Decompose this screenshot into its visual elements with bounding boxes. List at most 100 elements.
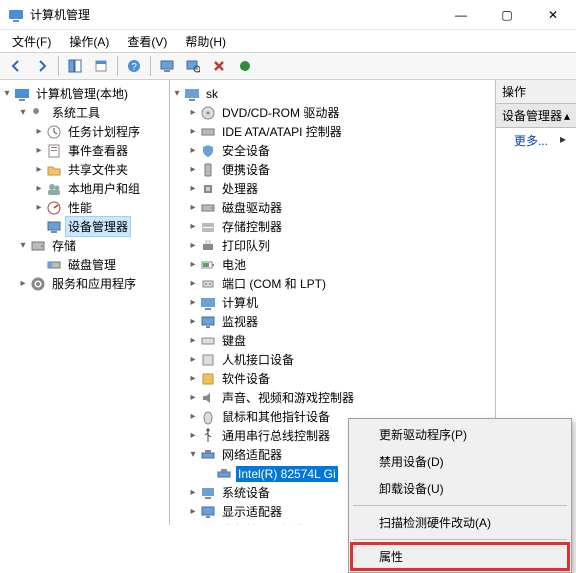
chevron-icon[interactable]: ▸ — [186, 259, 200, 270]
nav-tree-pane: ▾ 计算机管理(本地) ▾ 系统工具 ▸任务计划程序 ▸事件查看器 ▸共享文件夹… — [0, 80, 170, 525]
chevron-icon[interactable]: ▸ — [186, 183, 200, 194]
maximize-button[interactable]: ▢ — [484, 0, 530, 30]
nav-event-viewer[interactable]: ▸事件查看器 — [32, 141, 169, 160]
svg-text:?: ? — [131, 62, 137, 73]
folder-shared-icon — [46, 162, 62, 178]
dev-disk[interactable]: ▸磁盘驱动器 — [186, 198, 495, 217]
show-hide-tree-button[interactable] — [63, 55, 87, 77]
chevron-icon[interactable]: ▸ — [32, 183, 46, 194]
ctx-scan-hardware[interactable]: 扫描检测硬件改动(A) — [351, 509, 569, 536]
nav-disk-management[interactable]: 磁盘管理 — [32, 255, 169, 274]
dev-hid[interactable]: ▸人机接口设备 — [186, 350, 495, 369]
dev-ide[interactable]: ▸IDE ATA/ATAPI 控制器 — [186, 122, 495, 141]
toolbar-separator — [58, 56, 59, 76]
nav-root-label: 计算机管理(本地) — [34, 84, 130, 103]
ctx-update-driver[interactable]: 更新驱动程序(P) — [351, 421, 569, 448]
nav-system-tools[interactable]: ▾ 系统工具 — [16, 103, 169, 122]
chevron-icon[interactable]: ▾ — [170, 88, 184, 99]
disk-icon — [46, 257, 62, 273]
chevron-icon[interactable]: ▸ — [186, 373, 200, 384]
chevron-icon[interactable]: ▸ — [186, 221, 200, 232]
dev-dvd[interactable]: ▸DVD/CD-ROM 驱动器 — [186, 103, 495, 122]
dev-keyboard[interactable]: ▸键盘 — [186, 331, 495, 350]
chevron-icon[interactable]: ▸ — [186, 240, 200, 251]
dev-battery[interactable]: ▸电池 — [186, 255, 495, 274]
chevron-icon[interactable]: ▸ — [186, 506, 200, 517]
clock-icon — [46, 124, 62, 140]
chevron-icon[interactable]: ▸ — [16, 278, 30, 289]
enable-button[interactable] — [233, 55, 257, 77]
chevron-icon[interactable]: ▸ — [186, 411, 200, 422]
forward-button[interactable] — [30, 55, 54, 77]
mouse-icon — [200, 409, 216, 425]
dev-ports[interactable]: ▸端口 (COM 和 LPT) — [186, 274, 495, 293]
menu-action[interactable]: 操作(A) — [61, 31, 117, 52]
menu-file[interactable]: 文件(F) — [4, 31, 59, 52]
event-icon — [46, 143, 62, 159]
help-button[interactable]: ? — [122, 55, 146, 77]
dev-cpu[interactable]: ▸处理器 — [186, 179, 495, 198]
chevron-icon[interactable]: ▸ — [186, 487, 200, 498]
actions-section[interactable]: 设备管理器 ▴ — [496, 104, 576, 128]
display-adapter-icon — [200, 504, 216, 520]
scan-hardware-button[interactable] — [181, 55, 205, 77]
actions-more[interactable]: 更多... ▸ — [496, 128, 576, 153]
disk-drive-icon — [200, 200, 216, 216]
chevron-icon[interactable]: ▸ — [32, 202, 46, 213]
portable-icon — [200, 162, 216, 178]
dev-monitor[interactable]: ▸监视器 — [186, 312, 495, 331]
chevron-icon[interactable]: ▸ — [186, 145, 200, 156]
nav-storage[interactable]: ▾ 存储 — [16, 236, 169, 255]
nav-performance[interactable]: ▸性能 — [32, 198, 169, 217]
ctx-properties[interactable]: 属性 — [351, 543, 569, 570]
nav-services-apps[interactable]: ▸ 服务和应用程序 — [16, 274, 169, 293]
ctx-uninstall-device[interactable]: 卸载设备(U) — [351, 475, 569, 502]
dev-print-queue[interactable]: ▸打印队列 — [186, 236, 495, 255]
computer-icon — [200, 295, 216, 311]
dev-security[interactable]: ▸安全设备 — [186, 141, 495, 160]
dev-storage-ctrl[interactable]: ▸存储控制器 — [186, 217, 495, 236]
nav-shared-folders[interactable]: ▸共享文件夹 — [32, 160, 169, 179]
computer-icon-button[interactable] — [155, 55, 179, 77]
back-button[interactable] — [4, 55, 28, 77]
ctx-disable-device[interactable]: 禁用设备(D) — [351, 448, 569, 475]
chevron-icon[interactable]: ▸ — [32, 126, 46, 137]
nav-root[interactable]: ▾ 计算机管理(本地) — [0, 84, 169, 103]
nav-device-manager[interactable]: 设备管理器 — [32, 217, 169, 236]
nav-local-users[interactable]: ▸本地用户和组 — [32, 179, 169, 198]
nav-task-scheduler[interactable]: ▸任务计划程序 — [32, 122, 169, 141]
dev-portable[interactable]: ▸便携设备 — [186, 160, 495, 179]
port-icon — [200, 276, 216, 292]
menu-view[interactable]: 查看(V) — [119, 31, 175, 52]
dev-root[interactable]: ▾sk — [170, 84, 495, 103]
close-button[interactable]: ✕ — [530, 0, 576, 30]
chevron-icon[interactable]: ▾ — [0, 88, 14, 99]
chevron-icon[interactable]: ▸ — [186, 126, 200, 137]
security-icon — [200, 143, 216, 159]
properties-button[interactable] — [89, 55, 113, 77]
chevron-icon[interactable]: ▾ — [16, 107, 30, 118]
chevron-icon[interactable]: ▸ — [32, 164, 46, 175]
dev-software[interactable]: ▸软件设备 — [186, 369, 495, 388]
chevron-icon[interactable]: ▸ — [186, 335, 200, 346]
chevron-icon[interactable]: ▸ — [186, 164, 200, 175]
chevron-icon[interactable]: ▸ — [186, 392, 200, 403]
minimize-button[interactable]: — — [438, 0, 484, 30]
menu-help[interactable]: 帮助(H) — [177, 31, 234, 52]
chevron-icon[interactable]: ▸ — [186, 297, 200, 308]
chevron-icon[interactable]: ▸ — [186, 202, 200, 213]
dev-sound[interactable]: ▸声音、视频和游戏控制器 — [186, 388, 495, 407]
device-context-menu: 更新驱动程序(P) 禁用设备(D) 卸载设备(U) 扫描检测硬件改动(A) 属性 — [348, 418, 572, 573]
chevron-icon[interactable]: ▸ — [186, 278, 200, 289]
chevron-icon[interactable]: ▾ — [16, 240, 30, 251]
chevron-icon[interactable]: ▸ — [186, 430, 200, 441]
chevron-icon[interactable]: ▾ — [186, 449, 200, 460]
chevron-icon[interactable]: ▸ — [186, 316, 200, 327]
chevron-icon[interactable]: ▸ — [186, 354, 200, 365]
chevron-icon[interactable]: ▸ — [186, 107, 200, 118]
app-icon — [8, 7, 24, 23]
uninstall-button[interactable] — [207, 55, 231, 77]
dev-computer[interactable]: ▸计算机 — [186, 293, 495, 312]
chevron-icon[interactable]: ▸ — [32, 145, 46, 156]
keyboard-icon — [200, 333, 216, 349]
